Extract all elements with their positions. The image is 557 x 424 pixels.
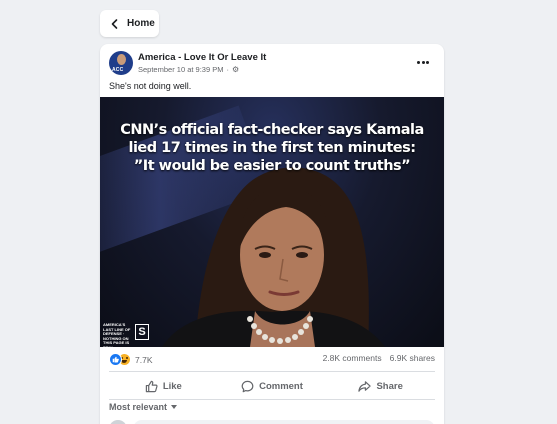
home-button[interactable]: Home <box>100 10 159 37</box>
post-meta: September 10 at 9:39 PM · ⚙ <box>138 65 239 74</box>
comment-count[interactable]: 2.8K comments <box>323 353 382 363</box>
action-bar: Like Comment Share <box>109 375 435 397</box>
post-image[interactable]: CNN’s official fact-checker says Kamala … <box>100 97 444 347</box>
comment-bubble <box>133 420 435 424</box>
counts-right: 2.8K comments 6.9K shares <box>315 353 435 363</box>
badge-text: AMERICA'S LAST LINE OF DEFENSE · NOTHING… <box>103 322 131 347</box>
comment-preview <box>109 418 435 424</box>
post-card: ACC America - Love It Or Leave It Septem… <box>100 44 444 424</box>
headline-line-2: lied 17 times in the first ten minutes: <box>128 140 416 156</box>
more-horizontal-icon <box>416 60 420 64</box>
home-label: Home <box>127 18 155 29</box>
actions-divider <box>109 399 435 400</box>
image-headline: CNN’s official fact-checker says Kamala … <box>100 121 444 175</box>
share-count[interactable]: 6.9K shares <box>390 353 435 363</box>
headline-line-1: CNN’s official fact-checker says Kamala <box>120 122 424 138</box>
commenter-avatar[interactable] <box>109 420 127 424</box>
post-header: ACC America - Love It Or Leave It Septem… <box>109 51 435 79</box>
comment-sort-dropdown[interactable]: Most relevant <box>109 402 178 412</box>
watermark-badge: AMERICA'S LAST LINE OF DEFENSE · NOTHING… <box>103 322 149 347</box>
comment-button[interactable]: Comment <box>218 375 327 397</box>
engagement-stats: 7.7K 2.8K comments 6.9K shares <box>109 353 435 367</box>
like-reaction-icon <box>109 353 122 366</box>
chevron-left-icon <box>111 18 118 29</box>
page-avatar[interactable]: ACC <box>109 51 133 75</box>
comment-label: Comment <box>259 380 303 392</box>
thumbs-up-icon <box>145 380 158 392</box>
speech-bubble-icon <box>241 380 254 392</box>
like-label: Like <box>162 380 182 392</box>
share-button[interactable]: Share <box>326 375 435 397</box>
like-button[interactable]: Like <box>109 375 218 397</box>
caret-down-icon <box>171 405 178 409</box>
more-options-button[interactable] <box>414 55 432 69</box>
gear-icon[interactable]: ⚙ <box>232 65 239 74</box>
post-caption: She's not doing well. <box>109 81 192 91</box>
badge-logo: S <box>135 324 149 340</box>
share-arrow-icon <box>358 380 372 392</box>
reaction-summary[interactable]: 7.7K <box>109 353 153 366</box>
reaction-count: 7.7K <box>135 354 153 365</box>
page-name[interactable]: America - Love It Or Leave It <box>138 52 266 63</box>
post-date[interactable]: September 10 at 9:39 PM <box>138 65 223 74</box>
stats-divider <box>109 371 435 372</box>
sort-label: Most relevant <box>109 402 168 412</box>
headline-line-3: ”It would be easier to count truths” <box>133 158 411 174</box>
meta-separator: · <box>226 65 229 74</box>
share-label: Share <box>376 380 403 392</box>
